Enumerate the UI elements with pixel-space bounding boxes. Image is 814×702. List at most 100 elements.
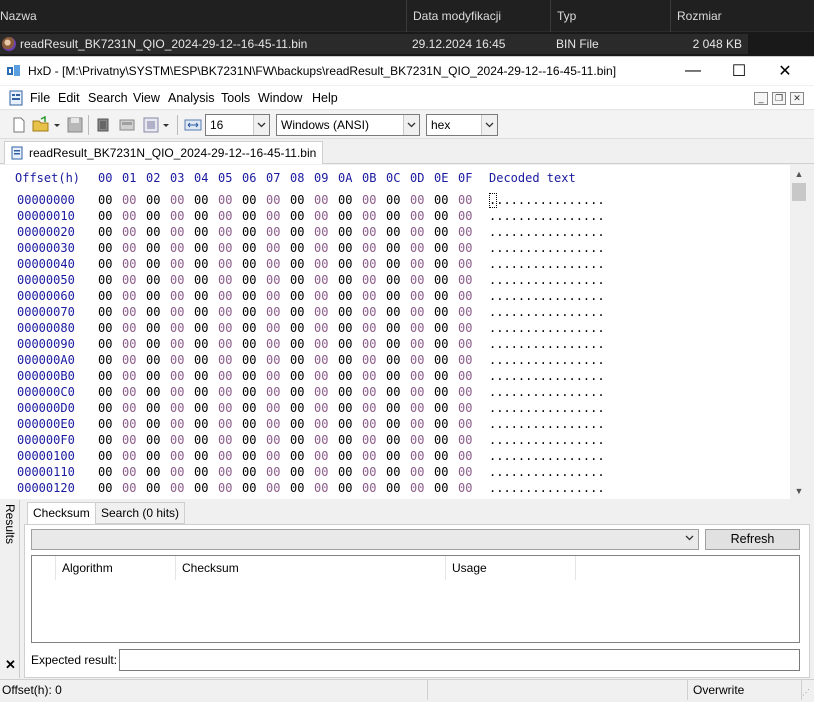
hex-byte[interactable]: 00	[314, 401, 328, 415]
hex-byte[interactable]: 00	[122, 337, 136, 351]
hex-byte[interactable]: 00	[218, 273, 232, 287]
hex-byte[interactable]: 00	[146, 401, 160, 415]
hex-byte[interactable]: 00	[410, 225, 424, 239]
decoded-text[interactable]: ................	[489, 353, 605, 367]
menu-analysis[interactable]: Analysis	[166, 86, 217, 110]
hex-byte[interactable]: 00	[98, 305, 112, 319]
hex-row[interactable]: 00000050 00 00 00 00 00 00 00 00 00 00 00 00 00 00 00 00…	[0, 273, 790, 289]
hex-byte[interactable]: 00	[338, 465, 352, 479]
hex-byte[interactable]: 00	[386, 321, 400, 335]
hex-byte[interactable]: 00	[218, 481, 232, 495]
hex-row[interactable]: 00000120 00 00 00 00 00 00 00 00 00 00 00 00 00 00 00 00…	[0, 481, 790, 497]
hex-byte[interactable]: 00	[410, 385, 424, 399]
hex-byte[interactable]: 00	[458, 273, 472, 287]
hex-byte[interactable]: 00	[98, 481, 112, 495]
view-icon[interactable]	[142, 116, 160, 134]
charset-select[interactable]: Windows (ANSI)	[276, 114, 420, 136]
hex-byte[interactable]: 00	[290, 433, 304, 447]
hex-byte[interactable]: 00	[242, 289, 256, 303]
hex-byte[interactable]: 00	[146, 337, 160, 351]
hex-byte[interactable]: 00	[194, 433, 208, 447]
hex-byte[interactable]: 00	[146, 321, 160, 335]
hex-byte[interactable]: 00	[434, 449, 448, 463]
hex-byte[interactable]: 00	[194, 273, 208, 287]
hex-byte[interactable]: 00	[458, 257, 472, 271]
scrollbar-thumb[interactable]	[792, 183, 806, 201]
hex-row[interactable]: 00000080 00 00 00 00 00 00 00 00 00 00 00 00 00 00 00 00…	[0, 321, 790, 337]
hex-byte[interactable]: 00	[146, 273, 160, 287]
hex-byte[interactable]: 00	[218, 241, 232, 255]
hex-byte[interactable]: 00	[170, 289, 184, 303]
hex-byte[interactable]: 00	[194, 385, 208, 399]
hex-byte[interactable]: 00	[194, 209, 208, 223]
hex-byte[interactable]: 00	[242, 241, 256, 255]
hex-byte[interactable]: 00	[146, 193, 160, 207]
hex-byte[interactable]: 00	[98, 289, 112, 303]
hex-byte[interactable]: 00	[266, 465, 280, 479]
hex-byte[interactable]: 00	[98, 337, 112, 351]
hex-byte[interactable]: 00	[410, 369, 424, 383]
hex-byte[interactable]: 00	[314, 481, 328, 495]
decoded-text[interactable]: ................	[489, 257, 605, 271]
hex-byte[interactable]: 00	[362, 193, 376, 207]
hex-byte[interactable]: 00	[458, 353, 472, 367]
offset-base-select[interactable]: hex	[426, 114, 498, 136]
hex-byte[interactable]: 00	[338, 417, 352, 431]
hex-byte[interactable]: 00	[314, 193, 328, 207]
hex-byte[interactable]: 00	[194, 193, 208, 207]
hex-byte[interactable]: 00	[170, 369, 184, 383]
hex-byte[interactable]: 00	[458, 449, 472, 463]
column-checksum[interactable]: Checksum	[176, 556, 446, 580]
hex-byte[interactable]: 00	[434, 241, 448, 255]
hex-byte[interactable]: 00	[362, 225, 376, 239]
hex-byte[interactable]: 00	[98, 209, 112, 223]
hex-byte[interactable]: 00	[314, 433, 328, 447]
hex-byte[interactable]: 00	[242, 305, 256, 319]
hex-byte[interactable]: 00	[386, 241, 400, 255]
hex-byte[interactable]: 00	[434, 209, 448, 223]
menu-edit[interactable]: Edit	[56, 86, 82, 110]
hex-byte[interactable]: 00	[122, 417, 136, 431]
hex-byte[interactable]: 00	[410, 241, 424, 255]
hex-byte[interactable]: 00	[362, 401, 376, 415]
hex-byte[interactable]: 00	[122, 385, 136, 399]
hex-byte[interactable]: 00	[122, 353, 136, 367]
hex-byte[interactable]: 00	[122, 465, 136, 479]
hex-byte[interactable]: 00	[386, 385, 400, 399]
hex-byte[interactable]: 00	[434, 337, 448, 351]
hex-byte[interactable]: 00	[458, 481, 472, 495]
hex-byte[interactable]: 00	[386, 481, 400, 495]
hex-byte[interactable]: 00	[338, 193, 352, 207]
new-file-icon[interactable]	[10, 116, 28, 134]
results-close-icon[interactable]: ✕	[5, 657, 16, 673]
hex-byte[interactable]: 00	[362, 257, 376, 271]
decoded-text[interactable]: ................	[489, 241, 605, 255]
hex-byte[interactable]: 00	[218, 209, 232, 223]
hex-byte[interactable]: 00	[410, 353, 424, 367]
hex-byte[interactable]: 00	[146, 289, 160, 303]
hex-byte[interactable]: 00	[242, 465, 256, 479]
hex-byte[interactable]: 00	[458, 465, 472, 479]
hex-row[interactable]: 000000A0 00 00 00 00 00 00 00 00 00 00 00 00 00 00 00 00…	[0, 353, 790, 369]
hex-byte[interactable]: 00	[146, 241, 160, 255]
hex-byte[interactable]: 00	[98, 433, 112, 447]
hex-byte[interactable]: 00	[362, 417, 376, 431]
hex-byte[interactable]: 00	[362, 305, 376, 319]
hex-byte[interactable]: 00	[218, 417, 232, 431]
hex-byte[interactable]: 00	[266, 209, 280, 223]
hex-byte[interactable]: 00	[434, 401, 448, 415]
hex-byte[interactable]: 00	[434, 321, 448, 335]
hex-byte[interactable]: 00	[170, 401, 184, 415]
hex-byte[interactable]: 00	[146, 353, 160, 367]
hex-byte[interactable]: 00	[290, 337, 304, 351]
hex-byte[interactable]: 00	[458, 241, 472, 255]
hex-byte[interactable]: 00	[194, 353, 208, 367]
hex-byte[interactable]: 00	[146, 449, 160, 463]
hex-byte[interactable]: 00	[362, 321, 376, 335]
hex-byte[interactable]: 00	[290, 273, 304, 287]
decoded-text[interactable]: ................	[489, 417, 605, 431]
hex-byte[interactable]: 00	[98, 353, 112, 367]
hex-byte[interactable]: 00	[386, 273, 400, 287]
hex-byte[interactable]: 00	[410, 193, 424, 207]
hex-byte[interactable]: 00	[194, 481, 208, 495]
